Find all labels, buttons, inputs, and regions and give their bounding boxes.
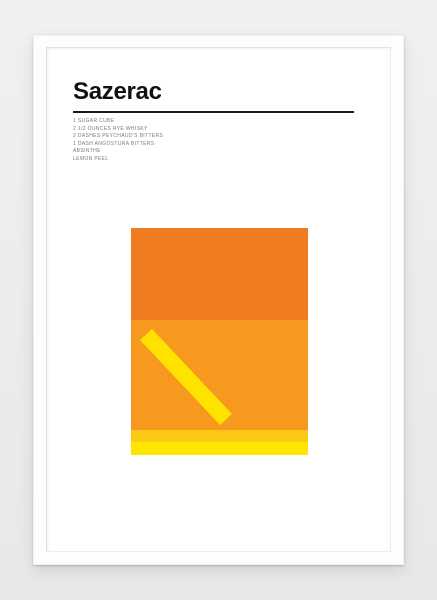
- poster-title: Sazerac: [73, 78, 162, 105]
- top-liquid-layer: [131, 228, 308, 320]
- glass-svg: [131, 228, 308, 455]
- ingredient-item: 1 Dash Angostura Bitters: [73, 140, 155, 147]
- cocktail-glass-illustration: [131, 228, 308, 455]
- title-rule: [73, 111, 354, 113]
- ingredient-item: 2 1/2 Ounces Rye Whisky: [73, 125, 148, 132]
- ingredient-list: 1 Sugar Cube 2 1/2 Ounces Rye Whisky 2 D…: [73, 118, 163, 164]
- glass-base-stripe: [131, 430, 308, 442]
- ingredient-item: 1 Sugar Cube: [73, 118, 115, 124]
- glass-base: [131, 442, 308, 455]
- ingredient-item: Lemon Peel: [73, 155, 109, 162]
- ingredient-item: Absinthe: [73, 148, 101, 155]
- ingredient-item: 2 Dashes Peychaud's Bitters: [73, 133, 164, 140]
